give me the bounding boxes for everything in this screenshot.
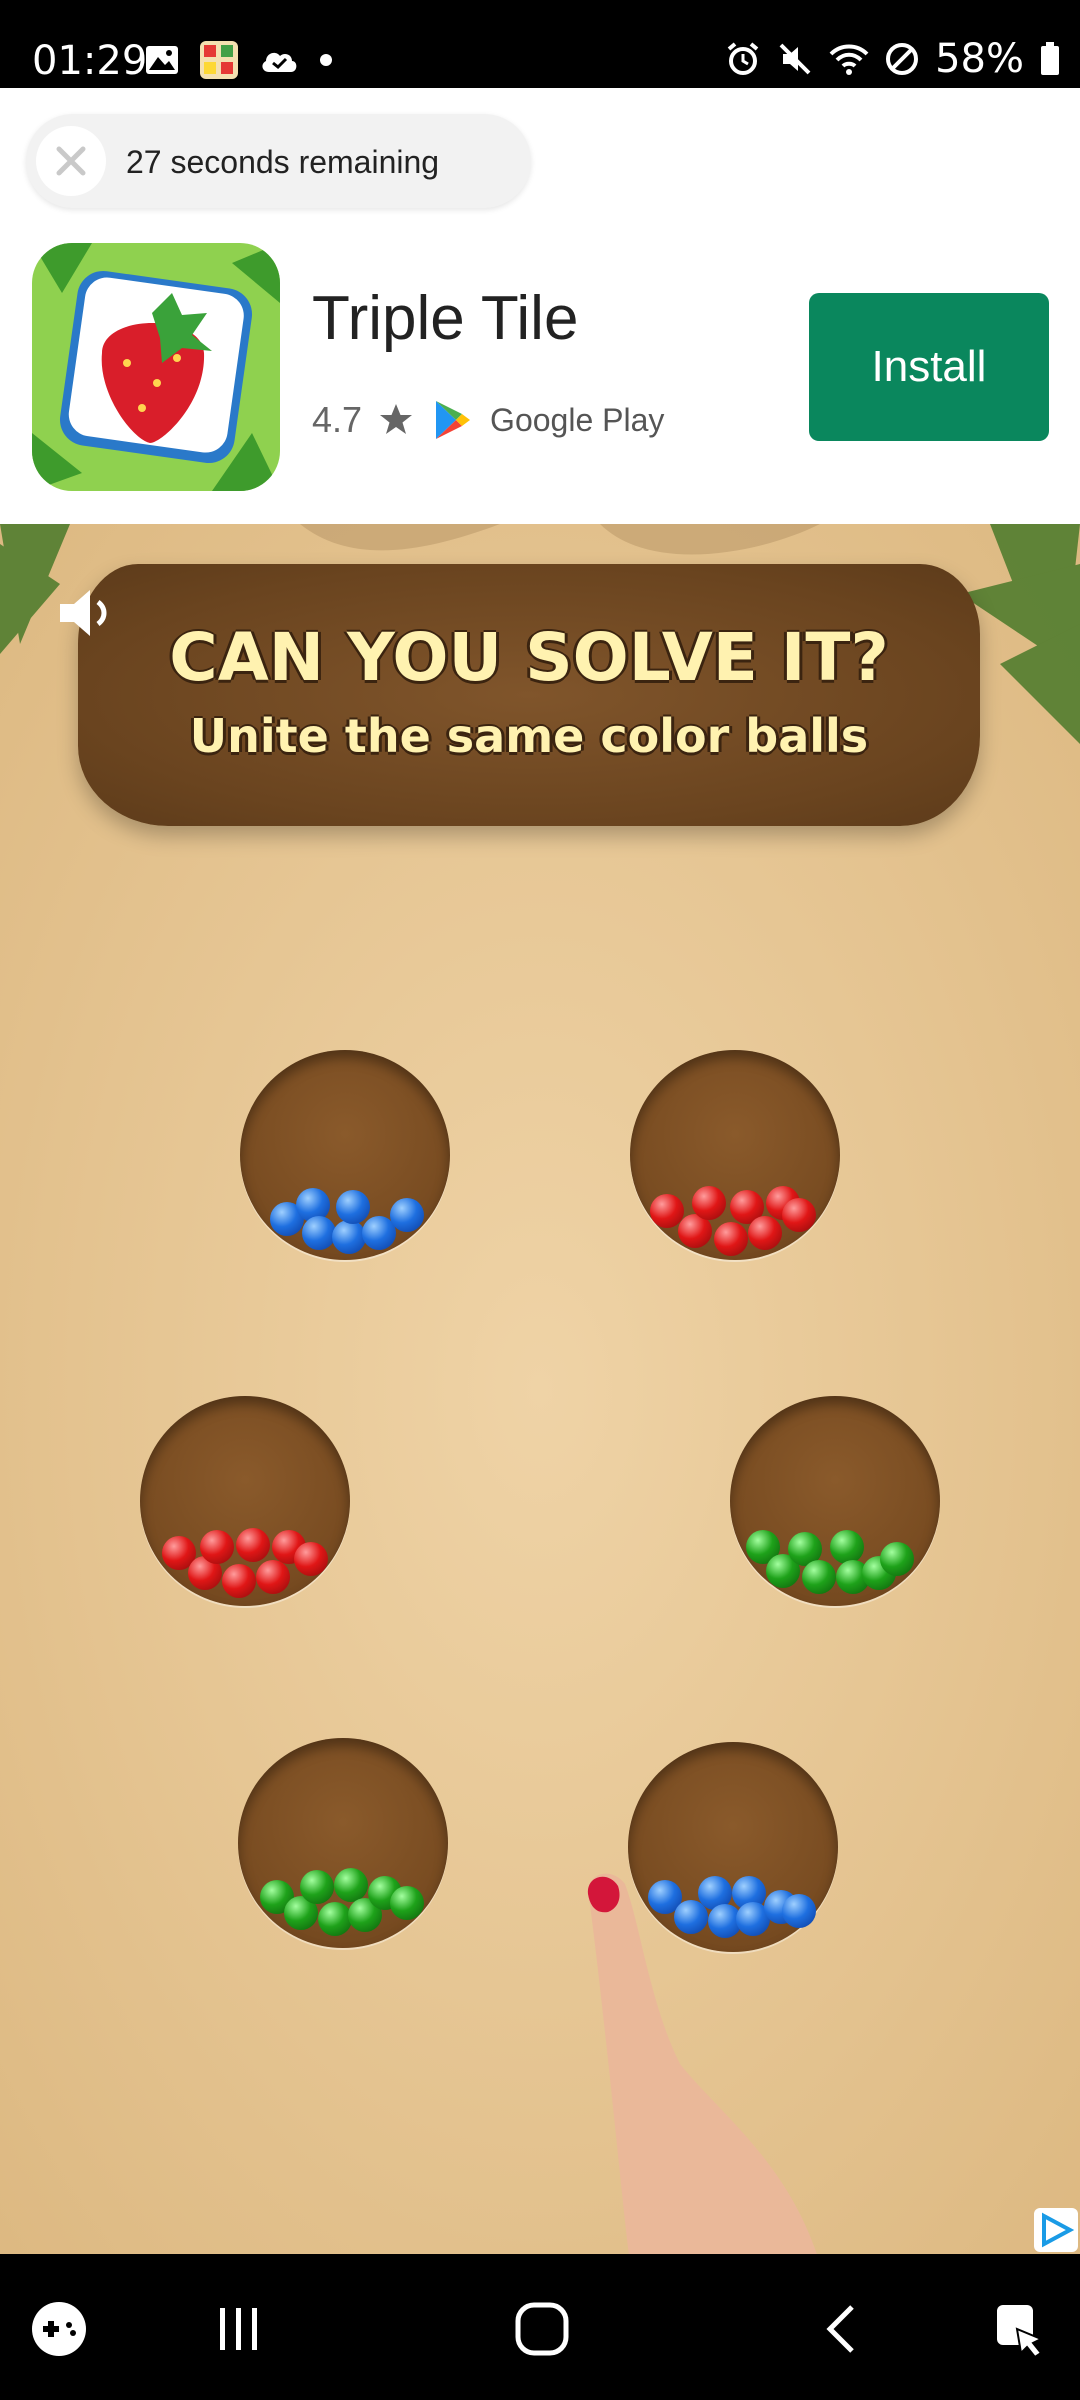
ad-header: 27 seconds remaining Triple Tile 4.7 Goo… [0,88,1080,524]
game-app-icon [200,41,238,79]
banner-title: CAN YOU SOLVE IT? [169,619,889,696]
countdown-pill: 27 seconds remaining [26,114,531,208]
status-right-icons: 58% [725,36,1060,82]
wifi-icon [829,44,869,75]
ball [256,1560,290,1594]
ball [294,1542,328,1576]
gallery-icon [146,46,178,74]
hole-5[interactable] [238,1738,448,1948]
star-icon [380,404,413,434]
back-button[interactable] [808,2294,878,2364]
ball [300,1870,334,1904]
gamepad-icon [32,2302,86,2356]
back-icon [826,2305,854,2353]
home-button[interactable] [507,2294,577,2364]
mute-icon [779,43,811,75]
notification-dot-icon [320,54,332,66]
ball [222,1564,256,1598]
ball [692,1186,726,1220]
recents-button[interactable] [204,2294,274,2364]
countdown-text: 27 seconds remaining [126,144,440,180]
ball [336,1190,370,1224]
touch-accessibility-icon [997,2305,1044,2359]
status-time: 01:29 [32,38,148,84]
strawberry-tile-icon [32,243,280,491]
banner-subtitle: Unite the same color balls [189,709,869,763]
do-not-disturb-icon [886,43,919,75]
home-icon [515,2302,569,2356]
cloud-check-icon [262,52,297,72]
ball [332,1220,366,1254]
status-bar: 01:29 58% [0,0,1080,88]
ball [880,1542,914,1576]
battery-icon [1041,42,1059,75]
rating-value: 4.7 [312,399,363,440]
ball [302,1216,336,1250]
ball [782,1198,816,1232]
hole-2[interactable] [630,1050,840,1260]
rating-row: 4.7 Google Play [312,398,664,442]
ball [390,1886,424,1920]
app-icon[interactable] [32,243,280,491]
navigation-bar [0,2254,1080,2400]
recents-icon [220,2308,257,2350]
ball [714,1222,748,1256]
hole-3[interactable] [140,1396,350,1606]
ball [802,1560,836,1594]
title-banner: CAN YOU SOLVE IT? Unite the same color b… [78,564,980,826]
sound-icon[interactable] [56,584,120,642]
google-play-icon [436,401,471,439]
alarm-icon [727,42,759,75]
battery-percentage: 58% [935,36,1024,82]
ad-choices-icon[interactable] [1034,2208,1078,2252]
close-icon [56,146,86,176]
ball [830,1530,864,1564]
ball [318,1902,352,1936]
game-area[interactable]: CAN YOU SOLVE IT? Unite the same color b… [0,524,1080,2254]
status-left-icons [145,40,333,80]
ball [236,1528,270,1562]
accessibility-button[interactable] [986,2294,1056,2364]
hole-4[interactable] [730,1396,940,1606]
ball [390,1198,424,1232]
app-title[interactable]: Triple Tile [312,283,578,354]
game-launcher-button[interactable] [24,2294,94,2364]
store-name: Google Play [490,401,665,438]
ball [334,1868,368,1902]
close-ad-button[interactable] [36,126,106,196]
pointing-finger [587,1873,817,2254]
hole-1[interactable] [240,1050,450,1260]
ball [748,1216,782,1250]
install-button[interactable]: Install [809,293,1049,441]
ball [200,1530,234,1564]
